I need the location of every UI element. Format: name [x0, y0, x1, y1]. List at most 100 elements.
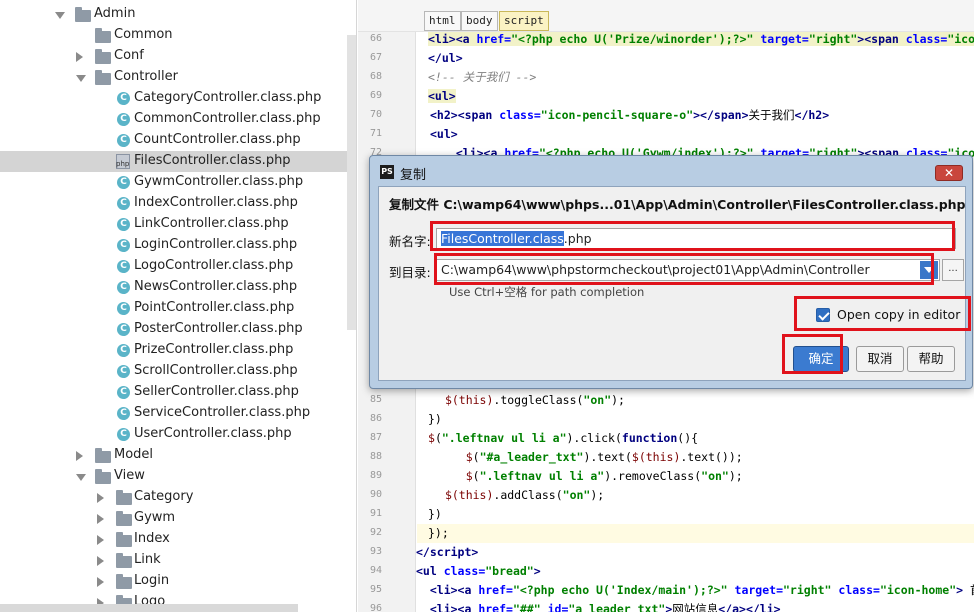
help-button[interactable]: 帮助 [907, 346, 955, 372]
folder-icon [95, 49, 111, 64]
tree-item-label: Common [114, 27, 173, 42]
code-line[interactable]: <ul> [428, 87, 456, 106]
tree-file[interactable]: C CommonController.class.php [0, 109, 356, 130]
folder-icon [95, 70, 111, 85]
code-line[interactable]: <!-- 关于我们 --> [428, 68, 536, 87]
line-number: 86 [369, 413, 382, 424]
target-dir-label: 到目录: [389, 265, 431, 280]
tree-folder[interactable]: Controller [0, 67, 356, 88]
line-number: 67 [369, 52, 382, 63]
line-number: 88 [369, 451, 382, 462]
collapse-arrow-icon[interactable] [97, 514, 104, 524]
cancel-button[interactable]: 取消 [856, 346, 904, 372]
line-number: 69 [369, 90, 382, 101]
tree-file[interactable]: php FilesController.class.php [0, 151, 356, 172]
tree-file[interactable]: C PosterController.class.php [0, 319, 356, 340]
code-line[interactable]: </ul> [428, 49, 463, 68]
tree-item-label: CategoryController.class.php [134, 90, 322, 105]
code-line[interactable]: <li><a href="##" id="a_leader_txt">网站信息<… [416, 600, 781, 612]
breadcrumb-script[interactable]: script [499, 11, 549, 31]
php-class-icon: C [117, 260, 130, 273]
line-number: 85 [369, 394, 382, 405]
code-line[interactable]: <ul class="bread"> [416, 562, 541, 581]
expand-arrow-icon[interactable] [76, 75, 86, 82]
collapse-arrow-icon[interactable] [76, 52, 83, 62]
tree-item-label: Model [114, 447, 154, 462]
breadcrumb-body[interactable]: body [461, 11, 498, 31]
tree-item-label: SellerController.class.php [134, 384, 299, 399]
code-line[interactable]: }) [428, 505, 442, 524]
dialog-titlebar[interactable]: PS 复制 ✕ [370, 156, 972, 186]
php-class-icon: C [117, 218, 130, 231]
collapse-arrow-icon[interactable] [76, 451, 83, 461]
tree-file[interactable]: C IndexController.class.php [0, 193, 356, 214]
tree-vertical-scrollbar[interactable] [347, 35, 356, 330]
tree-item-label: NewsController.class.php [134, 279, 298, 294]
tree-folder[interactable]: Gywm [0, 508, 356, 529]
phpstorm-logo-icon: PS [380, 165, 394, 179]
tree-folder[interactable]: Category [0, 487, 356, 508]
php-class-icon: C [117, 134, 130, 147]
code-line[interactable]: <li><a href="<?php echo U('Prize/winorde… [428, 30, 974, 49]
annotation-box-open-copy [794, 296, 971, 331]
code-line[interactable]: $(".leftnav ul li a").click(function(){ [428, 429, 698, 448]
tree-file[interactable]: C LoginController.class.php [0, 235, 356, 256]
line-number: 71 [369, 128, 382, 139]
tree-file[interactable]: C LinkController.class.php [0, 214, 356, 235]
close-button[interactable]: ✕ [935, 165, 963, 181]
tree-item-label: Category [134, 489, 194, 504]
tree-horizontal-scrollbar[interactable] [0, 604, 298, 612]
tree-file[interactable]: C NewsController.class.php [0, 277, 356, 298]
line-number: 68 [369, 71, 382, 82]
code-line[interactable]: $(".leftnav ul li a").removeClass("on"); [438, 467, 743, 486]
code-line[interactable]: $("#a_leader_txt").text($(this).text()); [438, 448, 743, 467]
code-line[interactable]: <li><a href="<?php echo U('Index/main');… [416, 581, 974, 600]
collapse-arrow-icon[interactable] [97, 493, 104, 503]
php-class-icon: C [117, 302, 130, 315]
tree-folder[interactable]: View [0, 466, 356, 487]
collapse-arrow-icon[interactable] [97, 556, 104, 566]
code-line[interactable]: }); [417, 524, 974, 543]
tree-item-label: Login [134, 573, 170, 588]
browse-button[interactable]: ... [942, 259, 964, 281]
folder-icon [116, 574, 132, 589]
code-line[interactable]: </script> [416, 543, 478, 562]
php-class-icon: C [117, 281, 130, 294]
code-line[interactable]: }) [428, 410, 442, 429]
code-line[interactable]: <ul> [430, 125, 458, 144]
tree-file[interactable]: C PointController.class.php [0, 298, 356, 319]
tree-file[interactable]: C ServiceController.class.php [0, 403, 356, 424]
tree-folder[interactable]: Login [0, 571, 356, 592]
tree-folder[interactable]: Model [0, 445, 356, 466]
code-line[interactable]: $(this).toggleClass("on"); [438, 391, 625, 410]
collapse-arrow-icon[interactable] [97, 535, 104, 545]
tree-file[interactable]: C ScrollController.class.php [0, 361, 356, 382]
tree-item-label: PointController.class.php [134, 300, 295, 315]
breadcrumb-html[interactable]: html [424, 11, 461, 31]
expand-arrow-icon[interactable] [55, 12, 65, 19]
line-number: 87 [369, 432, 382, 443]
tree-folder[interactable]: Index [0, 529, 356, 550]
tree-file[interactable]: C LogoController.class.php [0, 256, 356, 277]
tree-file[interactable]: C CategoryController.class.php [0, 88, 356, 109]
folder-icon [116, 511, 132, 526]
tree-item-label: LogoController.class.php [134, 258, 294, 273]
collapse-arrow-icon[interactable] [97, 577, 104, 587]
tree-item-label: IndexController.class.php [134, 195, 298, 210]
php-class-icon: C [117, 176, 130, 189]
tree-file[interactable]: C GywmController.class.php [0, 172, 356, 193]
tree-folder[interactable]: Admin [0, 4, 356, 25]
tree-folder[interactable]: Common [0, 25, 356, 46]
tree-folder[interactable]: Link [0, 550, 356, 571]
tree-item-label: UserController.class.php [134, 426, 292, 441]
tree-folder[interactable]: Conf [0, 46, 356, 67]
code-line[interactable]: $(this).addClass("on"); [438, 486, 604, 505]
php-file-icon: php [116, 154, 130, 169]
tree-item-label: PrizeController.class.php [134, 342, 294, 357]
tree-file[interactable]: C SellerController.class.php [0, 382, 356, 403]
tree-file[interactable]: C PrizeController.class.php [0, 340, 356, 361]
tree-file[interactable]: C CountController.class.php [0, 130, 356, 151]
expand-arrow-icon[interactable] [76, 474, 86, 481]
code-line[interactable]: <h2><span class="icon-pencil-square-o"><… [430, 106, 829, 125]
tree-file[interactable]: C UserController.class.php [0, 424, 356, 445]
